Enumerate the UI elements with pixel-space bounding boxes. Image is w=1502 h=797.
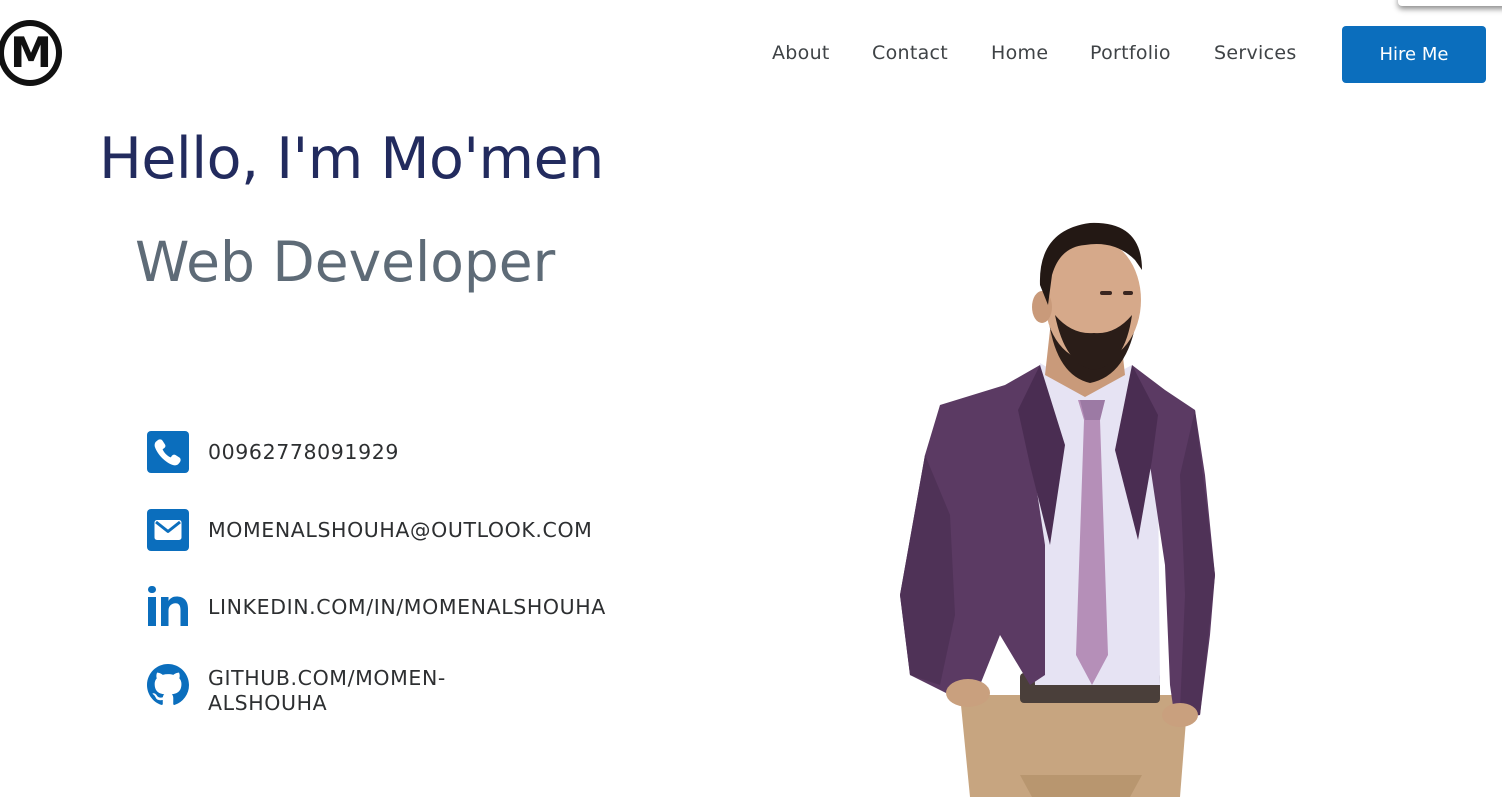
nav-link-services[interactable]: Services [1214,42,1297,64]
envelope-icon [147,509,189,551]
linkedin-icon [147,586,189,628]
profile-photo [900,222,1215,797]
nav-link-home[interactable]: Home [991,42,1048,64]
contact-phone-text[interactable]: 00962778091929 [208,431,399,465]
contact-phone: 00962778091929 [147,431,399,473]
nav-link-contact[interactable]: Contact [872,42,948,64]
site-header: M About Contact Home Portfolio Services … [0,0,1502,110]
github-icon [147,664,189,706]
site-logo[interactable]: M [0,20,62,86]
hero-greeting: Hello, I'm Mo'men [99,126,604,192]
logo-letter: M [10,28,52,77]
contact-github: GITHUB.COM/MOMEN-ALSHOUHA [147,664,498,716]
nav-link-about[interactable]: About [772,42,830,64]
contact-linkedin: LINKEDIN.COM/IN/MOMENALSHOUHA [147,586,606,628]
nav-link-portfolio[interactable]: Portfolio [1090,42,1171,64]
contact-email-text[interactable]: MOMENALSHOUHA@OUTLOOK.COM [208,509,592,543]
contact-email: MOMENALSHOUHA@OUTLOOK.COM [147,509,592,551]
contact-github-text[interactable]: GITHUB.COM/MOMEN-ALSHOUHA [208,664,498,716]
hero-role: Web Developer [135,230,556,294]
contact-linkedin-text[interactable]: LINKEDIN.COM/IN/MOMENALSHOUHA [208,586,606,620]
phone-icon [147,431,189,473]
logo-badge: M [4,26,56,80]
hire-me-button[interactable]: Hire Me [1342,26,1486,83]
